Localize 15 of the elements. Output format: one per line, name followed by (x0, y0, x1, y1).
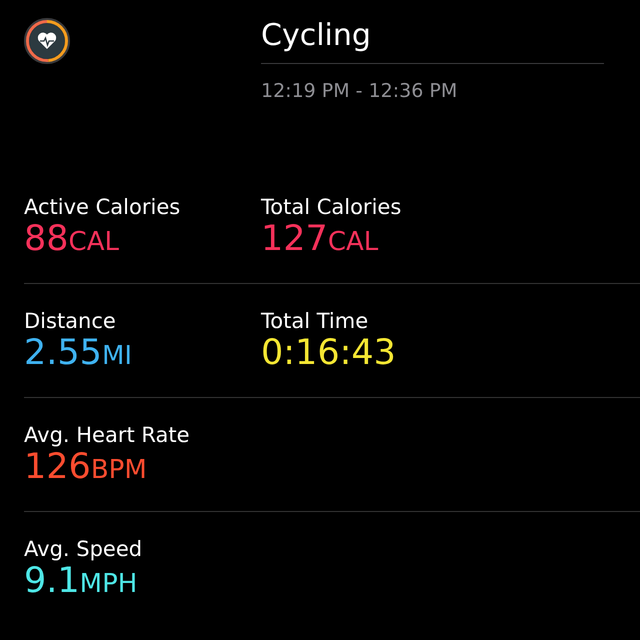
metric-label: Avg. Heart Rate (24, 423, 191, 447)
metric-value: 88CAL (24, 219, 120, 260)
metric-value: 2.55 MI (24, 333, 134, 374)
metric-label: Distance (24, 309, 117, 333)
metric-label: Total Calories (261, 195, 402, 219)
time-range: 12:19 PM - 12:36 PM (261, 80, 458, 102)
metric-label: Total Time (261, 309, 370, 333)
heart-rate-icon (24, 18, 70, 64)
metric-label: Avg. Speed (24, 537, 144, 561)
workout-title: Cycling (261, 18, 604, 64)
metric-value: 127CAL (261, 219, 380, 260)
metric-label: Active Calories (24, 195, 182, 219)
metric-value: 126BPM (24, 447, 148, 488)
metric-value: 0:16:43 (261, 333, 397, 374)
metric-value: 9.1 MPH (24, 561, 138, 602)
